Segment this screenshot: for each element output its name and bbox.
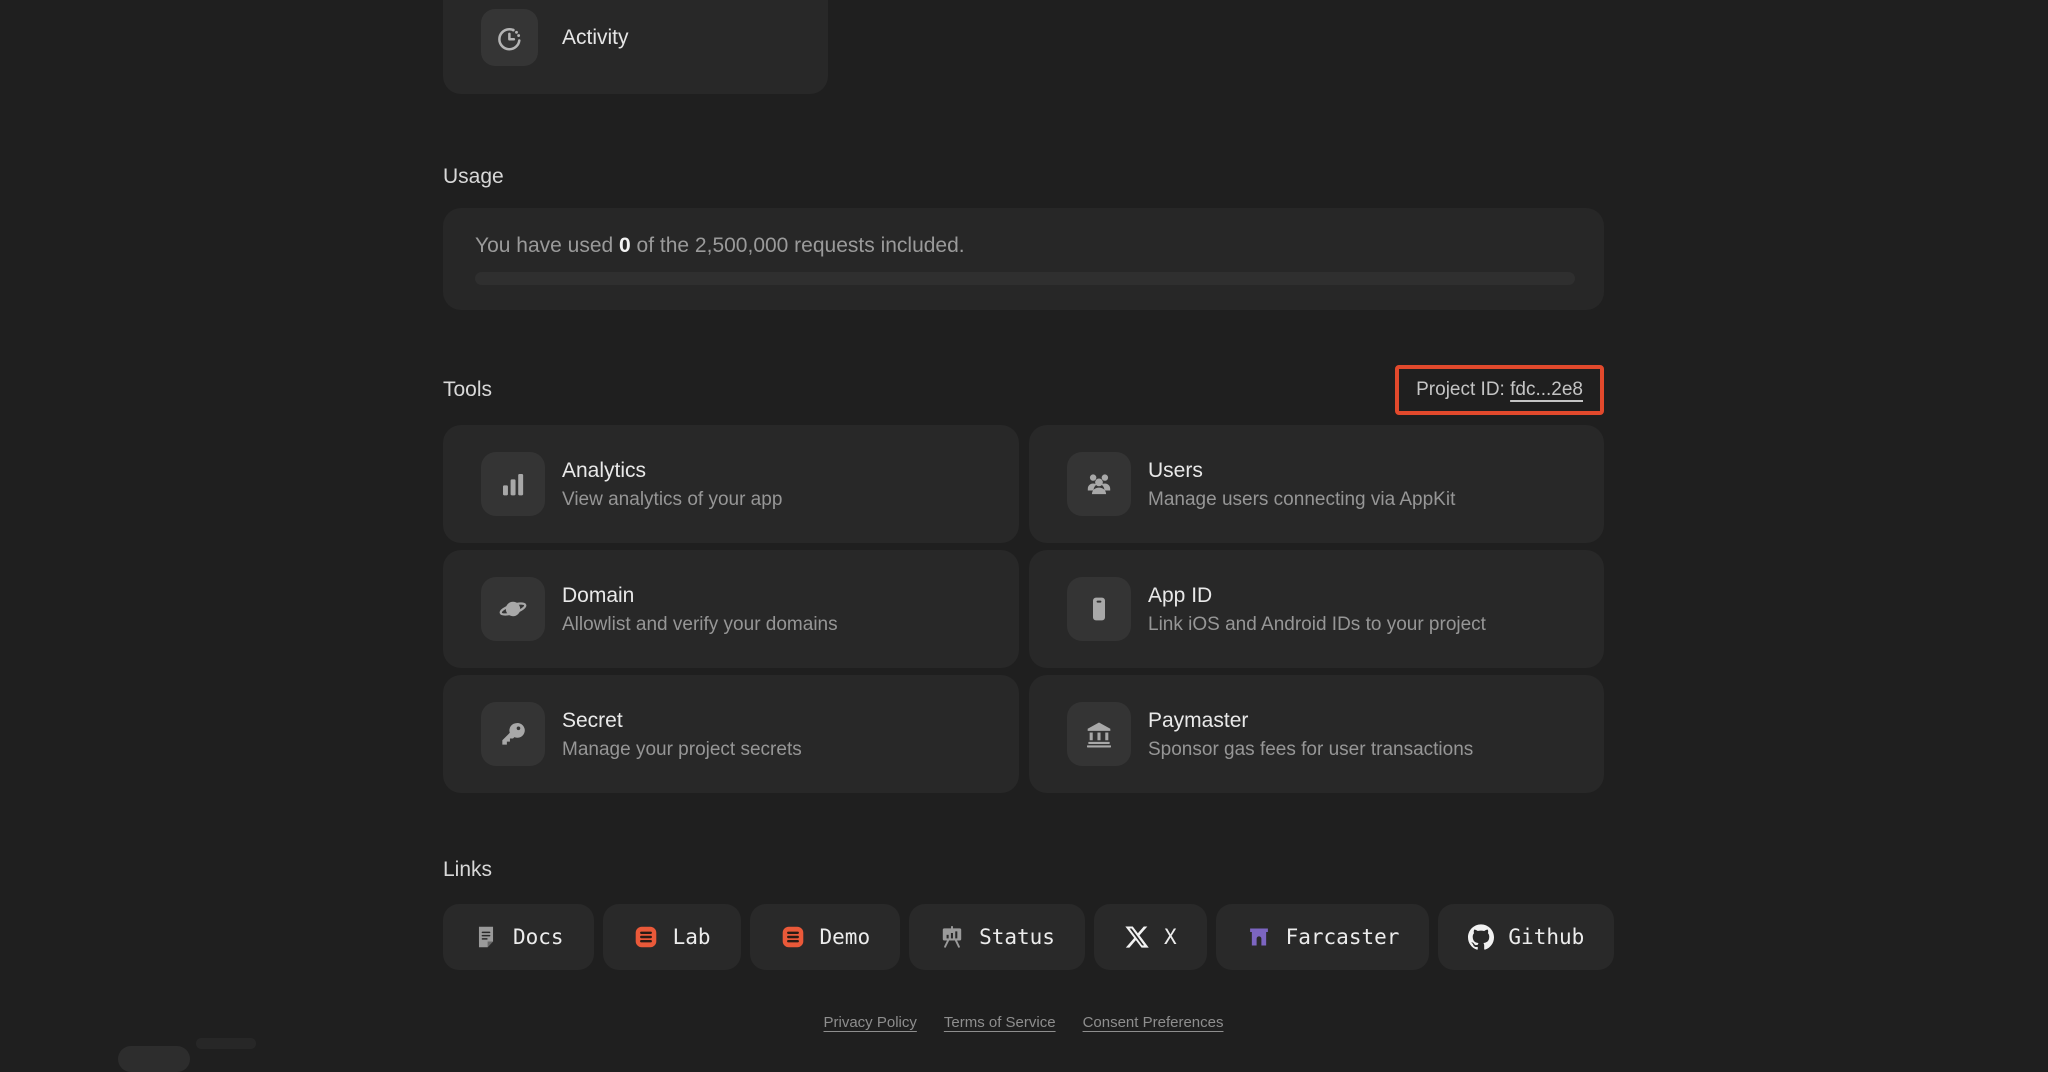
usage-section-heading: Usage (443, 165, 504, 188)
tool-card-secret[interactable]: Secret Manage your project secrets (443, 675, 1019, 793)
footer: Privacy Policy Terms of Service Consent … (443, 1014, 1604, 1031)
tool-card-description: Link iOS and Android IDs to your project (1148, 613, 1486, 635)
usage-text-prefix: You have used (475, 234, 620, 257)
project-id-badge[interactable]: Project ID: fdc...2e8 (1395, 365, 1604, 415)
tool-card-title: App ID (1148, 583, 1213, 607)
project-id-label: Project ID: (1416, 379, 1511, 400)
github-icon (1468, 924, 1495, 950)
usage-used-value: 0 (619, 234, 631, 257)
consent-preferences-link[interactable]: Consent Preferences (1083, 1014, 1224, 1031)
link-button-label: X (1163, 925, 1177, 949)
tool-card-title: Domain (562, 583, 635, 607)
activity-card-label: Activity (562, 25, 629, 49)
links-section-heading: Links (443, 858, 493, 881)
docs-link-button[interactable]: Docs (443, 904, 594, 970)
presentation-icon (939, 924, 965, 950)
tool-card-domain[interactable]: Domain Allowlist and verify your domains (443, 550, 1019, 668)
lab-icon (633, 924, 659, 950)
document-icon (473, 924, 499, 950)
link-button-label: Docs (513, 925, 564, 949)
github-link-button[interactable]: Github (1438, 904, 1615, 970)
tool-card-title: Analytics (562, 458, 647, 482)
tool-card-paymaster[interactable]: Paymaster Sponsor gas fees for user tran… (1029, 675, 1604, 793)
usage-text-suffix: of the 2,500,000 requests included. (630, 234, 965, 257)
bank-icon (1067, 702, 1131, 766)
usage-summary-text: You have used 0 of the 2,500,000 request… (475, 234, 1574, 258)
activity-card[interactable]: Activity (443, 0, 828, 94)
project-id-value[interactable]: fdc...2e8 (1510, 379, 1583, 401)
tool-card-description: Allowlist and verify your domains (562, 613, 838, 635)
demo-link-button[interactable]: Demo (749, 904, 901, 970)
main-content: Activity Usage You have used 0 of the 2,… (443, 0, 1615, 1031)
link-button-label: Lab (672, 925, 711, 949)
x-link-button[interactable]: X (1093, 904, 1207, 970)
tool-card-description: Manage users connecting via AppKit (1148, 488, 1456, 510)
bottom-left-artifact (118, 1046, 190, 1072)
tool-card-description: View analytics of your app (562, 488, 783, 510)
demo-icon (780, 924, 806, 950)
tool-card-title: Users (1148, 458, 1203, 482)
link-button-label: Status (979, 925, 1055, 949)
clock-activity-icon (481, 9, 538, 66)
tools-grid: Analytics View analytics of your app Use… (443, 425, 1604, 793)
lab-link-button[interactable]: Lab (602, 904, 741, 970)
tool-card-title: Secret (562, 708, 623, 732)
privacy-policy-link[interactable]: Privacy Policy (824, 1014, 917, 1031)
x-logo-icon (1124, 924, 1150, 950)
link-button-label: Farcaster (1285, 925, 1400, 949)
key-icon (481, 702, 545, 766)
usage-card: You have used 0 of the 2,500,000 request… (443, 208, 1604, 310)
tool-card-app-id[interactable]: App ID Link iOS and Android IDs to your … (1029, 550, 1604, 668)
usage-progress-track (475, 272, 1575, 285)
link-button-label: Github (1508, 925, 1585, 949)
users-icon (1067, 452, 1131, 516)
farcaster-icon (1246, 924, 1272, 950)
links-row: Docs Lab Demo Status X Farcaster Github (443, 904, 1615, 970)
tool-card-description: Sponsor gas fees for user transactions (1148, 738, 1474, 760)
tools-section-heading: Tools (443, 378, 493, 401)
link-button-label: Demo (819, 925, 871, 949)
bottom-left-artifact-small (196, 1038, 256, 1049)
tool-card-users[interactable]: Users Manage users connecting via AppKit (1029, 425, 1604, 543)
tool-card-description: Manage your project secrets (562, 738, 802, 760)
mobile-icon (1067, 577, 1131, 641)
farcaster-link-button[interactable]: Farcaster (1215, 904, 1430, 970)
terms-of-service-link[interactable]: Terms of Service (944, 1014, 1056, 1031)
tool-card-analytics[interactable]: Analytics View analytics of your app (443, 425, 1019, 543)
bar-chart-icon (481, 452, 545, 516)
planet-icon (481, 577, 545, 641)
tool-card-title: Paymaster (1148, 708, 1249, 732)
status-link-button[interactable]: Status (909, 904, 1085, 970)
